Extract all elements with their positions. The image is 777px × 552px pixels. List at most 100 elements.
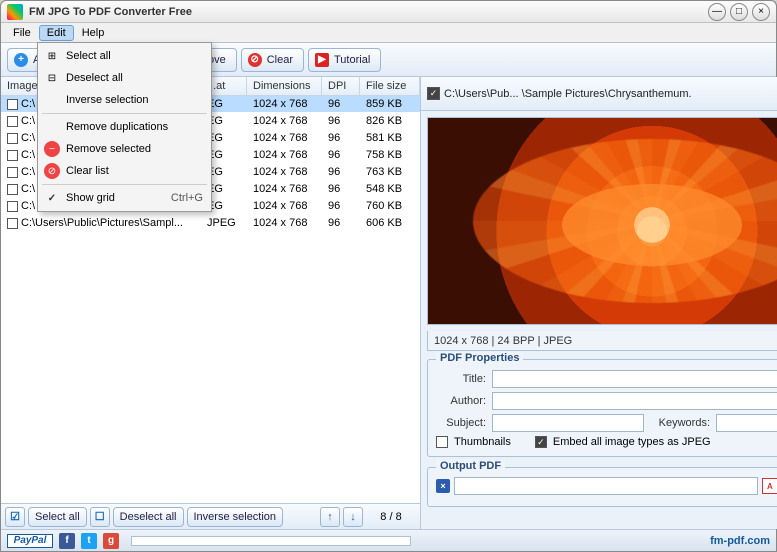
- tutorial-button[interactable]: ▶ Tutorial: [308, 48, 381, 72]
- row-dimensions: 1024 x 768: [247, 217, 322, 229]
- row-path: C:\: [21, 115, 35, 127]
- menu-show-grid[interactable]: ✓Show gridCtrl+G: [40, 187, 209, 209]
- clear-output-button[interactable]: ×: [436, 479, 450, 493]
- row-dimensions: 1024 x 768: [247, 200, 322, 212]
- image-meta: 1024 x 768 | 24 BPP | JPEG: [434, 335, 572, 347]
- output-path-field[interactable]: [454, 477, 758, 495]
- row-checkbox[interactable]: [7, 184, 18, 195]
- twitter-icon[interactable]: t: [81, 533, 97, 549]
- window-title: FM JPG To PDF Converter Free: [29, 6, 704, 18]
- titlebar: FM JPG To PDF Converter Free — □ ×: [1, 1, 776, 23]
- minus-icon: −: [44, 141, 60, 157]
- clear-button[interactable]: ⊘Clear: [241, 48, 304, 72]
- row-format: JPEG: [201, 217, 247, 229]
- pdf-properties-group: PDF Properties Title: Author: Subject:Ke…: [427, 359, 777, 457]
- row-dpi: 96: [322, 98, 360, 110]
- paypal-button[interactable]: PayPal: [7, 534, 53, 548]
- row-checkbox[interactable]: [7, 99, 18, 110]
- row-dimensions: 1024 x 768: [247, 183, 322, 195]
- facebook-icon[interactable]: f: [59, 533, 75, 549]
- row-dimensions: 1024 x 768: [247, 149, 322, 161]
- col-dpi[interactable]: DPI: [322, 77, 360, 95]
- close-button[interactable]: ×: [752, 3, 770, 21]
- col-filesize[interactable]: File size: [360, 77, 420, 95]
- no-entry-icon: ⊘: [248, 53, 262, 67]
- menu-deselect-all[interactable]: ⊟Deselect all: [40, 67, 209, 89]
- play-icon: ▶: [315, 53, 329, 67]
- plus-icon: +: [14, 53, 28, 67]
- menubar: File Edit Help: [1, 23, 776, 43]
- progress-bar: [131, 536, 411, 546]
- menu-clear-list[interactable]: ⊘Clear list: [40, 160, 209, 182]
- pdf-icon: A: [762, 478, 777, 494]
- thumbnails-checkbox[interactable]: [436, 436, 448, 448]
- select-all-checkbox[interactable]: ☑: [5, 507, 25, 527]
- move-down-button[interactable]: ↓: [343, 507, 363, 527]
- check-icon: ✓: [44, 190, 60, 206]
- select-all-icon: ⊞: [44, 48, 60, 64]
- row-path: C:\: [21, 200, 35, 212]
- subject-field[interactable]: [492, 414, 644, 432]
- list-footer: ☑ Select all ☐ Deselect all Inverse sele…: [1, 503, 420, 529]
- current-path: C:\Users\Pub... \Sample Pictures\Chrysan…: [444, 88, 777, 100]
- row-dimensions: 1024 x 768: [247, 98, 322, 110]
- menu-inverse-selection[interactable]: Inverse selection: [40, 89, 209, 111]
- right-pane: ✓ C:\Users\Pub... \Sample Pictures\Chrys…: [421, 77, 777, 529]
- footer-deselect-all[interactable]: Deselect all: [113, 507, 184, 527]
- minimize-button[interactable]: —: [708, 3, 726, 21]
- menu-file[interactable]: File: [5, 25, 39, 41]
- status-bar: PayPal f t g fm-pdf.com: [1, 529, 776, 551]
- preview-info: 1024 x 768 | 24 BPP | JPEG Scale: 28 %: [427, 331, 777, 351]
- menu-remove-duplications[interactable]: Remove duplications: [40, 116, 209, 138]
- row-checkbox[interactable]: [7, 133, 18, 144]
- menu-help[interactable]: Help: [74, 25, 113, 41]
- keywords-field[interactable]: [716, 414, 777, 432]
- thumbnails-label: Thumbnails: [454, 436, 511, 448]
- move-up-button[interactable]: ↑: [320, 507, 340, 527]
- col-dimensions[interactable]: Dimensions: [247, 77, 322, 95]
- menu-select-all[interactable]: ⊞Select all: [40, 45, 209, 67]
- edit-menu-dropdown: ⊞Select all ⊟Deselect all Inverse select…: [37, 42, 212, 212]
- keywords-label: Keywords:: [650, 417, 710, 429]
- row-filesize: 581 KB: [360, 132, 420, 144]
- row-filesize: 606 KB: [360, 217, 420, 229]
- menu-remove-selected[interactable]: −Remove selected: [40, 138, 209, 160]
- path-checkbox[interactable]: ✓: [427, 87, 440, 100]
- maximize-button[interactable]: □: [730, 3, 748, 21]
- row-checkbox[interactable]: [7, 116, 18, 127]
- shortcut-label: Ctrl+G: [171, 192, 203, 204]
- row-checkbox[interactable]: [7, 167, 18, 178]
- row-dpi: 96: [322, 183, 360, 195]
- googleplus-icon[interactable]: g: [103, 533, 119, 549]
- footer-inverse[interactable]: Inverse selection: [187, 507, 284, 527]
- footer-select-all[interactable]: Select all: [28, 507, 87, 527]
- tutorial-label: Tutorial: [334, 54, 370, 66]
- row-checkbox[interactable]: [7, 201, 18, 212]
- path-bar: ✓ C:\Users\Pub... \Sample Pictures\Chrys…: [421, 77, 777, 111]
- embed-jpeg-checkbox[interactable]: ✓: [535, 436, 547, 448]
- title-field[interactable]: [492, 370, 777, 388]
- item-counter: 8 / 8: [366, 511, 416, 523]
- row-dpi: 96: [322, 149, 360, 161]
- author-field[interactable]: [492, 392, 777, 410]
- website-link[interactable]: fm-pdf.com: [710, 535, 770, 547]
- row-path: C:\: [21, 98, 35, 110]
- menu-separator: [42, 113, 207, 114]
- title-label: Title:: [436, 373, 486, 385]
- menu-edit[interactable]: Edit: [39, 25, 74, 41]
- flower-image: [428, 118, 777, 324]
- row-checkbox[interactable]: [7, 150, 18, 161]
- image-preview[interactable]: [427, 117, 777, 325]
- row-filesize: 859 KB: [360, 98, 420, 110]
- deselect-all-checkbox[interactable]: ☐: [90, 507, 110, 527]
- row-dimensions: 1024 x 768: [247, 132, 322, 144]
- app-icon: [7, 4, 23, 20]
- row-path: C:\: [21, 149, 35, 161]
- pdf-properties-legend: PDF Properties: [436, 352, 523, 364]
- row-path: C:\Users\Public\Pictures\Sampl...: [21, 217, 183, 229]
- row-dpi: 96: [322, 217, 360, 229]
- table-row[interactable]: C:\Users\Public\Pictures\Sampl... JPEG102…: [1, 215, 420, 232]
- row-checkbox[interactable]: [7, 218, 18, 229]
- row-dpi: 96: [322, 132, 360, 144]
- deselect-all-icon: ⊟: [44, 70, 60, 86]
